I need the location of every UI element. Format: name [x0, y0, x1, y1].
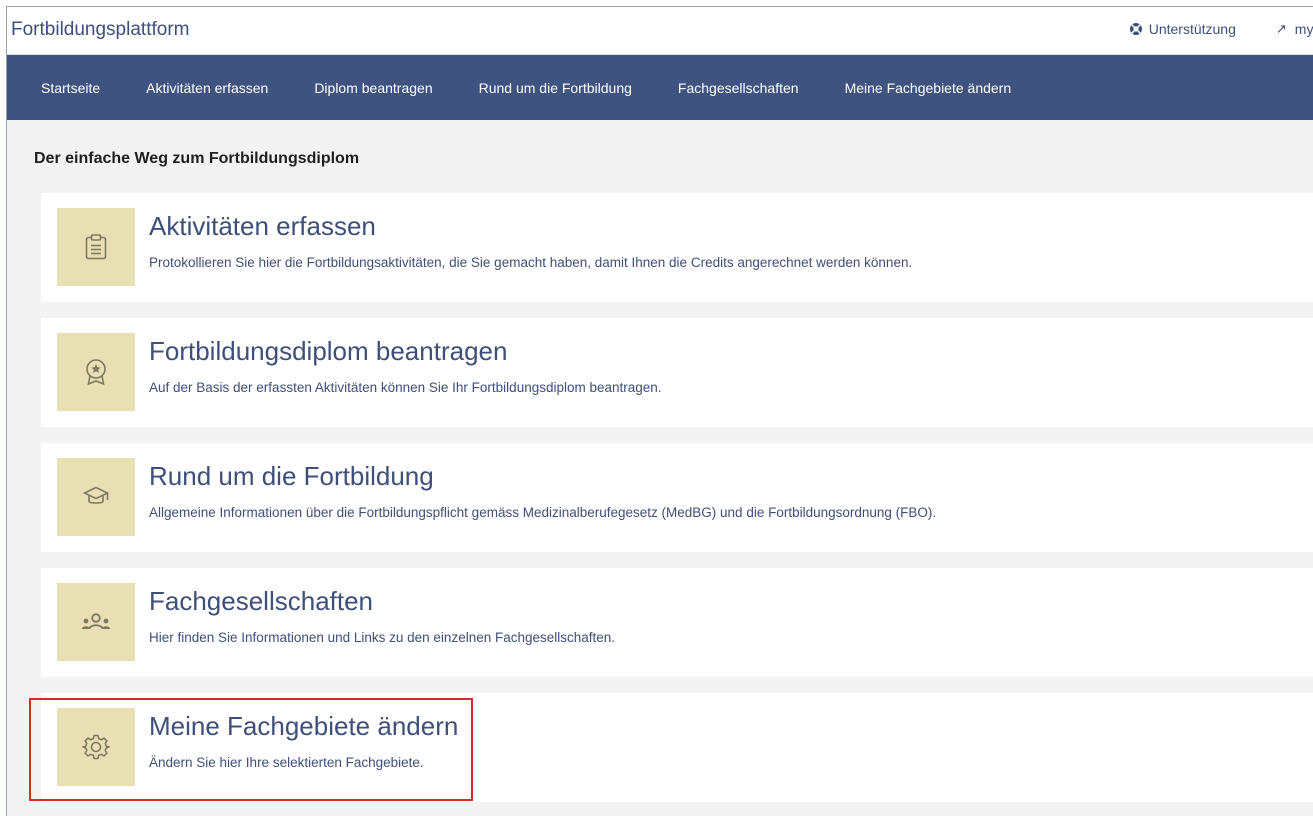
graduation-cap-icon	[57, 458, 135, 536]
lifebuoy-icon	[1129, 22, 1143, 36]
card-title[interactable]: Aktivitäten erfassen	[149, 211, 376, 242]
award-badge-icon	[57, 333, 135, 411]
external-label: myF	[1294, 21, 1313, 37]
top-right-links: Unterstützung ↗ myF	[1129, 21, 1313, 37]
card-meine-fachgebiete-aendern[interactable]: Meine Fachgebiete ändern Ändern Sie hier…	[41, 693, 1313, 802]
card-fachgesellschaften[interactable]: Fachgesellschaften Hier finden Sie Infor…	[41, 568, 1313, 677]
page-title: Der einfache Weg zum Fortbildungsdiplom	[34, 150, 360, 167]
card-description: Allgemeine Informationen über die Fortbi…	[149, 505, 937, 520]
support-label: Unterstützung	[1148, 21, 1236, 37]
support-link[interactable]: Unterstützung	[1129, 21, 1236, 37]
card-description: Ändern Sie hier Ihre selektierten Fachge…	[149, 755, 424, 770]
gear-icon	[57, 708, 135, 786]
card-rund-um-die-fortbildung[interactable]: Rund um die Fortbildung Allgemeine Infor…	[41, 443, 1313, 552]
card-title[interactable]: Fortbildungsdiplom beantragen	[149, 336, 507, 367]
main-nav: Startseite Aktivitäten erfassen Diplom b…	[7, 55, 1313, 120]
app-title[interactable]: Fortbildungsplattform	[11, 19, 189, 41]
nav-item-diplom-beantragen[interactable]: Diplom beantragen	[314, 80, 432, 96]
nav-item-fachgesellschaften[interactable]: Fachgesellschaften	[678, 80, 799, 96]
card-title[interactable]: Rund um die Fortbildung	[149, 461, 434, 492]
card-title[interactable]: Meine Fachgebiete ändern	[149, 711, 458, 742]
card-fortbildungsdiplom-beantragen[interactable]: Fortbildungsdiplom beantragen Auf der Ba…	[41, 318, 1313, 427]
card-description: Protokollieren Sie hier die Fortbildungs…	[149, 255, 913, 270]
card-description: Auf der Basis der erfassten Aktivitäten …	[149, 380, 662, 395]
clipboard-icon	[57, 208, 135, 286]
card-description: Hier finden Sie Informationen und Links …	[149, 630, 616, 645]
nav-item-startseite[interactable]: Startseite	[41, 80, 100, 96]
people-group-icon	[57, 583, 135, 661]
app-window: Fortbildungsplattform Unterstützung ↗ my…	[6, 6, 1313, 816]
card-aktivitaeten-erfassen[interactable]: Aktivitäten erfassen Protokollieren Sie …	[41, 193, 1313, 302]
nav-item-meine-fachgebiete-aendern[interactable]: Meine Fachgebiete ändern	[845, 80, 1012, 96]
external-arrow-icon: ↗	[1275, 21, 1287, 36]
nav-item-rund-um-die-fortbildung[interactable]: Rund um die Fortbildung	[479, 80, 632, 96]
card-title[interactable]: Fachgesellschaften	[149, 586, 373, 617]
external-link[interactable]: ↗ myF	[1276, 21, 1313, 37]
nav-item-aktivitaeten-erfassen[interactable]: Aktivitäten erfassen	[146, 80, 268, 96]
top-bar: Fortbildungsplattform Unterstützung ↗ my…	[7, 7, 1313, 55]
